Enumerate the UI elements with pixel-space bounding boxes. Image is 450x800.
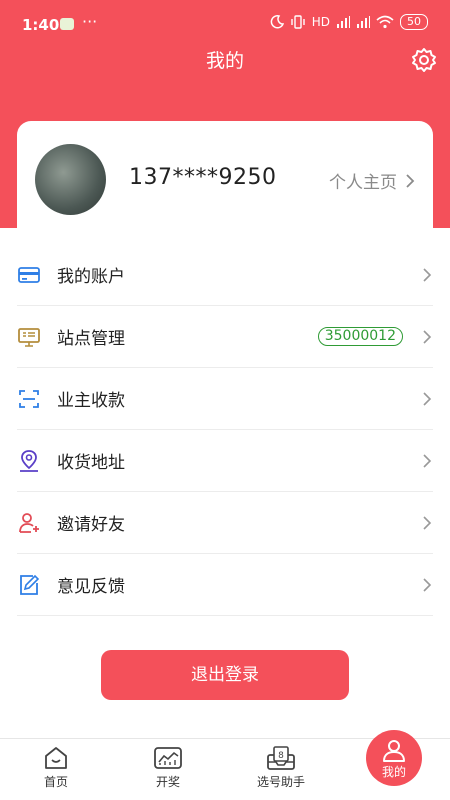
- more-notifications-icon: ···: [82, 12, 98, 31]
- signal-icon: [337, 16, 350, 28]
- status-bar: 1:40 ··· HD 50: [0, 0, 450, 48]
- tab-label: 我的: [381, 765, 406, 779]
- wifi-icon: [376, 15, 394, 29]
- chevron-right-icon: [423, 391, 432, 406]
- menu-item-my-account[interactable]: 我的账户: [17, 244, 433, 306]
- menu-item-owner-payment[interactable]: 业主收款: [17, 368, 433, 430]
- menu-label: 意见反馈: [57, 577, 125, 597]
- user-add-icon: [19, 512, 39, 533]
- chevron-right-icon: [423, 453, 432, 468]
- profile-card: 137****9250 个人主页: [17, 121, 433, 229]
- gear-icon: [412, 48, 436, 72]
- tab-label: 开奖: [155, 775, 180, 789]
- tab-lottery-results[interactable]: 开奖: [128, 745, 208, 790]
- user-phone: 137****9250: [129, 165, 277, 190]
- status-time: 1:40: [22, 16, 60, 34]
- menu-item-site-management[interactable]: 站点管理 35000012: [17, 306, 433, 368]
- tab-label: 选号助手: [256, 775, 305, 789]
- chevron-right-icon: [423, 515, 432, 530]
- settings-button[interactable]: [410, 46, 438, 74]
- edit-note-icon: [20, 574, 40, 595]
- tab-number-helper[interactable]: 8 选号助手: [241, 745, 321, 790]
- ticket-inbox-icon: 8: [267, 746, 295, 770]
- app-notification-icon: [60, 18, 74, 30]
- site-id-badge: 35000012: [317, 327, 403, 346]
- user-icon: [383, 740, 405, 762]
- home-link-label: 个人主页: [329, 173, 397, 193]
- tab-home[interactable]: 首页: [16, 745, 96, 790]
- home-icon: [45, 747, 67, 769]
- logout-button[interactable]: 退出登录: [101, 650, 349, 700]
- moon-icon: [270, 15, 284, 29]
- chevron-right-icon: [423, 329, 432, 344]
- menu-list: 我的账户 站点管理 35000012 业主收款 收货地址 邀请好友 意见反馈: [0, 244, 450, 616]
- battery-indicator: 50: [400, 14, 428, 30]
- network-hd-label: HD: [311, 15, 330, 29]
- chart-icon: [154, 747, 182, 769]
- map-pin-icon: [20, 449, 38, 472]
- tab-label: 首页: [43, 775, 68, 789]
- menu-label: 我的账户: [57, 267, 125, 287]
- menu-label: 站点管理: [57, 329, 125, 349]
- chevron-right-icon: [423, 577, 432, 592]
- menu-item-feedback[interactable]: 意见反馈: [17, 554, 433, 616]
- monitor-icon: [18, 327, 40, 347]
- page-title: 我的: [205, 50, 244, 72]
- menu-item-shipping-address[interactable]: 收货地址: [17, 430, 433, 492]
- menu-label: 邀请好友: [57, 515, 125, 535]
- personal-homepage-link[interactable]: 个人主页: [329, 168, 415, 193]
- scan-icon: [19, 389, 39, 408]
- avatar[interactable]: [35, 144, 106, 215]
- menu-item-invite-friends[interactable]: 邀请好友: [17, 492, 433, 554]
- vibrate-icon: [291, 15, 305, 29]
- svg-text:8: 8: [278, 751, 284, 761]
- wallet-card-icon: [18, 266, 40, 283]
- status-right: HD 50: [270, 14, 428, 30]
- chevron-right-icon: [406, 173, 415, 188]
- menu-label: 业主收款: [57, 391, 125, 411]
- signal-icon-2: [357, 16, 370, 28]
- tab-mine[interactable]: 我的: [366, 730, 422, 786]
- menu-label: 收货地址: [57, 453, 125, 473]
- chevron-right-icon: [423, 267, 432, 282]
